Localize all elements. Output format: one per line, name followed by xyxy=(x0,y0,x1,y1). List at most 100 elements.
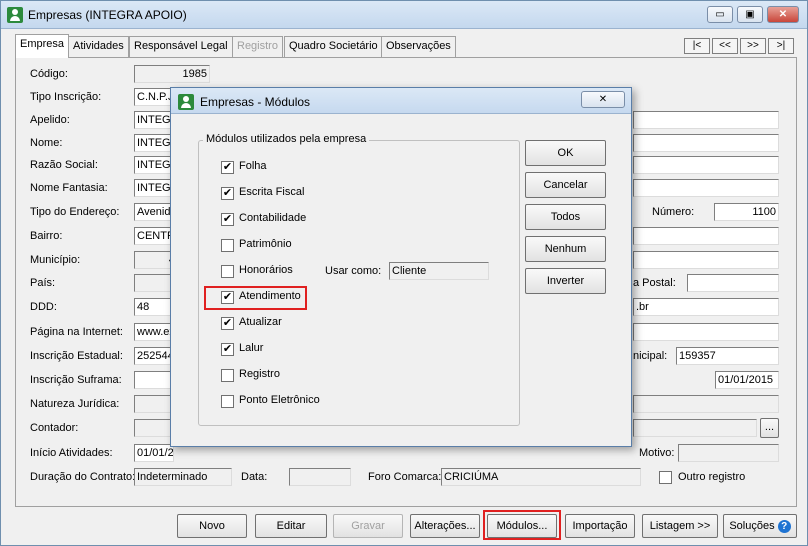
tab-registro: Registro xyxy=(232,36,283,57)
duracao-contrato-field[interactable]: Indeterminado xyxy=(134,468,232,486)
nome-field-right[interactable] xyxy=(633,134,779,152)
codigo-label: Código: xyxy=(30,68,68,80)
module-checkbox-patrimonio[interactable] xyxy=(221,239,234,252)
apelido-label: Apelido: xyxy=(30,114,70,126)
module-label-honorarios: Honorários xyxy=(239,264,293,276)
previous-record-button[interactable]: << xyxy=(712,38,738,54)
novo-button[interactable]: Novo xyxy=(177,514,247,538)
duracao-contrato-label: Duração do Contrato: xyxy=(30,471,136,483)
email-field[interactable]: .br xyxy=(633,298,779,316)
module-checkbox-atualizar[interactable]: ✔ xyxy=(221,317,234,330)
window-titlebar[interactable]: Empresas (INTEGRA APOIO) ▭ ▣ ✕ xyxy=(1,1,807,29)
ddd-label: DDD: xyxy=(30,301,57,313)
outro-registro-checkbox[interactable] xyxy=(659,471,672,484)
usar-como-field[interactable]: Cliente xyxy=(389,262,489,280)
module-checkbox-escrita-fiscal[interactable]: ✔ xyxy=(221,187,234,200)
inicio-atividades-label: Início Atividades: xyxy=(30,447,113,459)
module-label-patrimonio: Patrimônio xyxy=(239,238,292,250)
pagina-internet-label: Página na Internet: xyxy=(30,326,123,338)
maximize-button[interactable]: ▣ xyxy=(737,6,763,23)
data-field[interactable]: 01/01/2015 xyxy=(715,371,779,389)
municipio-field-right[interactable] xyxy=(633,251,779,269)
contador-label: Contador: xyxy=(30,422,79,434)
contador-field-right[interactable] xyxy=(633,419,757,437)
tab-quadro-societario[interactable]: Quadro Societário xyxy=(284,36,383,57)
help-icon: ? xyxy=(777,519,791,533)
window-title: Empresas (INTEGRA APOIO) xyxy=(28,8,187,22)
cancelar-button[interactable]: Cancelar xyxy=(525,172,606,198)
natureza-juridica-label: Natureza Jurídica: xyxy=(30,398,120,410)
nome-label: Nome: xyxy=(30,137,63,149)
tab-atividades[interactable]: Atividades xyxy=(68,36,129,57)
ok-button[interactable]: OK xyxy=(525,140,606,166)
gravar-button: Gravar xyxy=(333,514,403,538)
tab-empresa[interactable]: Empresa xyxy=(15,34,70,58)
inscricao-suframa-label: Inscrição Suframa: xyxy=(30,374,122,386)
module-label-escrita-fiscal: Escrita Fiscal xyxy=(239,186,305,198)
dialog-titlebar[interactable]: Empresas - Módulos ✕ xyxy=(171,88,631,114)
editar-button[interactable]: Editar xyxy=(255,514,327,538)
listagem-button[interactable]: Listagem >> xyxy=(642,514,718,538)
dialog-app-icon xyxy=(178,94,194,110)
bairro-label: Bairro: xyxy=(30,230,63,242)
numero-label: Número: xyxy=(652,206,695,218)
module-checkbox-lalur[interactable]: ✔ xyxy=(221,343,234,356)
tab-observacoes[interactable]: Observações xyxy=(381,36,456,57)
contrato-data-field[interactable] xyxy=(289,468,351,486)
pais-label: País: xyxy=(30,277,56,289)
caixa-postal-label: a Postal: xyxy=(633,277,676,289)
inicio-atividades-field[interactable]: 01/01/2015 xyxy=(134,444,174,462)
next-record-button[interactable]: >> xyxy=(740,38,766,54)
tab-responsavel-legal[interactable]: Responsável Legal xyxy=(129,36,233,57)
solucoes-label: Soluções xyxy=(729,520,775,532)
module-checkbox-ponto-eletronico[interactable] xyxy=(221,395,234,408)
module-label-ponto-eletronico: Ponto Eletrônico xyxy=(239,394,320,406)
module-label-atualizar: Atualizar xyxy=(239,316,282,328)
module-checkbox-folha[interactable]: ✔ xyxy=(221,161,234,174)
modulos-group xyxy=(198,140,520,426)
nome-fantasia-label: Nome Fantasia: xyxy=(30,182,108,194)
modulos-dialog: Empresas - Módulos ✕ Módulos utilizados … xyxy=(170,87,632,447)
minimize-button[interactable]: ▭ xyxy=(707,6,733,23)
motivo-field[interactable] xyxy=(678,444,779,462)
close-button[interactable]: ✕ xyxy=(767,6,799,23)
outro-registro-label: Outro registro xyxy=(678,471,746,483)
apelido-field-right[interactable] xyxy=(633,111,779,129)
codigo-field[interactable]: 1985 xyxy=(134,65,210,83)
caixa-postal-field[interactable] xyxy=(687,274,779,292)
inscricao-estadual-label: Inscrição Estadual: xyxy=(30,350,123,362)
pagina-internet-field-right[interactable] xyxy=(633,323,779,341)
tipo-inscricao-label: Tipo Inscrição: xyxy=(30,91,102,103)
foro-comarca-label: Foro Comarca: xyxy=(368,471,442,483)
razao-social-label: Razão Social: xyxy=(30,159,98,171)
solucoes-button[interactable]: Soluções ? xyxy=(723,514,797,538)
bairro-field-right[interactable] xyxy=(633,227,779,245)
natureza-juridica-field-right[interactable] xyxy=(633,395,779,413)
module-label-folha: Folha xyxy=(239,160,267,172)
module-label-contabilidade: Contabilidade xyxy=(239,212,307,224)
module-checkbox-contabilidade[interactable]: ✔ xyxy=(221,213,234,226)
foro-comarca-field[interactable]: CRICIÚMA xyxy=(441,468,641,486)
dialog-close-button[interactable]: ✕ xyxy=(581,91,625,108)
alteracoes-button[interactable]: Alterações... xyxy=(410,514,480,538)
data-label: Data: xyxy=(241,471,268,483)
razao-social-field-right[interactable] xyxy=(633,156,779,174)
module-label-lalur: Lalur xyxy=(239,342,264,354)
first-record-button[interactable]: |< xyxy=(684,38,710,54)
importacao-button[interactable]: Importação xyxy=(565,514,635,538)
inverter-button[interactable]: Inverter xyxy=(525,268,606,294)
nome-fantasia-field-right[interactable] xyxy=(633,179,779,197)
numero-field[interactable]: 1100 xyxy=(714,203,779,221)
last-record-button[interactable]: >| xyxy=(768,38,794,54)
atendimento-highlight xyxy=(204,286,307,310)
inscricao-municipal-field[interactable]: 159357 xyxy=(676,347,779,365)
dialog-title: Empresas - Módulos xyxy=(200,95,311,109)
todos-button[interactable]: Todos xyxy=(525,204,606,230)
tipo-endereco-label: Tipo do Endereço: xyxy=(30,206,120,218)
app-icon xyxy=(7,7,23,23)
nenhum-button[interactable]: Nenhum xyxy=(525,236,606,262)
contador-lookup-button[interactable]: ... xyxy=(760,418,779,438)
module-checkbox-honorarios[interactable] xyxy=(221,265,234,278)
municipio-label: Município: xyxy=(30,254,81,266)
module-checkbox-registro[interactable] xyxy=(221,369,234,382)
